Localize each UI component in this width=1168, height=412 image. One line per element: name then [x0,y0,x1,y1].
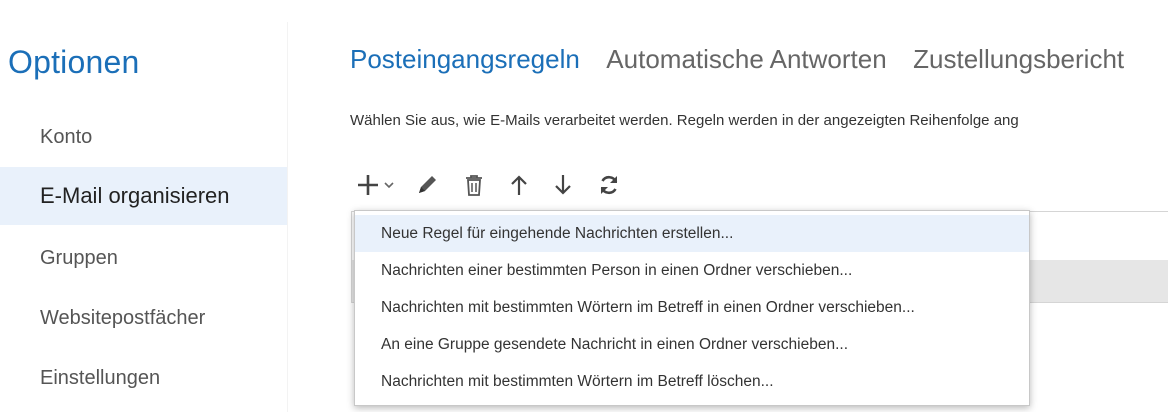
main-content: Posteingangsregeln Automatische Antworte… [288,0,1168,412]
page-description: Wählen Sie aus, wie E-Mails verarbeitet … [350,112,1019,129]
move-down-button[interactable] [554,170,572,200]
move-up-button[interactable] [510,170,528,200]
nav-item-label: E-Mail organisieren [40,183,230,208]
new-rule-dropdown-menu: Neue Regel für eingehende Nachrichten er… [354,210,1030,406]
plus-icon [358,175,378,195]
nav-item-label: Gruppen [40,247,118,269]
trash-icon [466,175,482,196]
arrow-down-icon [555,175,571,195]
refresh-button[interactable] [598,170,620,200]
nav-item-label: Websitepostfächer [40,307,206,329]
sidebar-title: Optionen [8,44,140,80]
nav-item-email-organisieren[interactable]: E-Mail organisieren [0,167,287,225]
nav-item-gruppen[interactable]: Gruppen [0,229,287,287]
sidebar: Optionen Konto E-Mail organisieren Grupp… [0,0,288,412]
pencil-icon [419,176,436,193]
tab-zustellungsbericht[interactable]: Zustellungsbericht [913,44,1124,75]
refresh-icon [600,175,618,195]
tab-posteingangsregeln[interactable]: Posteingangsregeln [350,44,580,75]
nav-item-label: Konto [40,126,93,148]
nav-item-websitepostfaecher[interactable]: Websitepostfächer [0,289,287,347]
nav-item-konto[interactable]: Konto [0,108,287,166]
menu-item-move-by-subject-words[interactable]: Nachrichten mit bestimmten Wörtern im Be… [355,289,1029,326]
tab-bar: Posteingangsregeln Automatische Antworte… [350,44,1146,75]
nav-item-label: Einstellungen [40,367,161,389]
nav-item-einstellungen[interactable]: Einstellungen [0,349,287,407]
menu-item-move-from-person[interactable]: Nachrichten einer bestimmten Person in e… [355,252,1029,289]
edit-button[interactable] [416,170,438,200]
menu-item-delete-by-subject-words[interactable]: Nachrichten mit bestimmten Wörtern im Be… [355,363,1029,400]
menu-item-move-group-message[interactable]: An eine Gruppe gesendete Nachricht in ei… [355,326,1029,363]
rules-toolbar [356,168,646,202]
menu-item-new-rule[interactable]: Neue Regel für eingehende Nachrichten er… [355,215,1029,252]
arrow-up-icon [511,175,527,195]
add-button[interactable] [356,170,394,200]
chevron-down-icon [384,182,394,189]
delete-button[interactable] [464,170,484,200]
tab-automatische-antworten[interactable]: Automatische Antworten [606,44,886,75]
